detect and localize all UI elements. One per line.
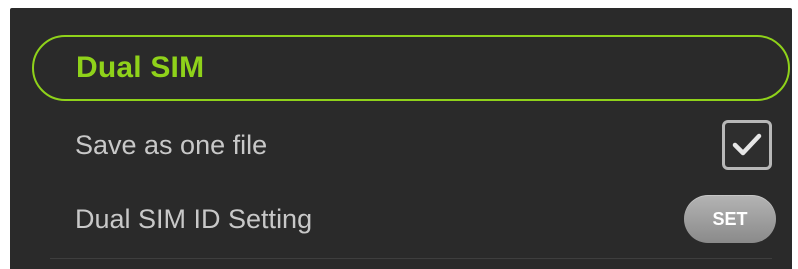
setting-row-dual-sim-id: Dual SIM ID Setting SET — [10, 184, 792, 254]
setting-label-save-as-one-file: Save as one file — [75, 129, 268, 160]
save-as-one-file-checkbox[interactable] — [722, 120, 772, 170]
section-title: Dual SIM — [76, 51, 205, 84]
settings-panel: Dual SIM Save as one file Dual SIM ID Se… — [10, 8, 792, 269]
setting-label-dual-sim-id: Dual SIM ID Setting — [75, 203, 313, 234]
section-header-dual-sim[interactable]: Dual SIM — [32, 35, 790, 101]
set-button[interactable]: SET — [684, 195, 776, 243]
setting-row-save-as-one-file[interactable]: Save as one file — [10, 110, 792, 180]
divider — [50, 258, 772, 259]
checkmark-icon — [732, 132, 762, 158]
